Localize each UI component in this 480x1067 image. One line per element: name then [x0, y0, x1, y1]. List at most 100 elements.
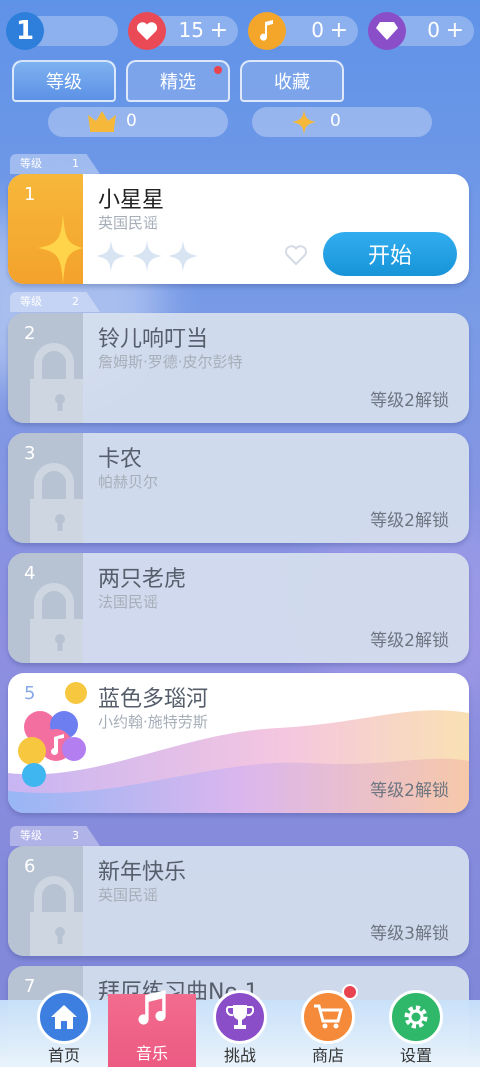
level-tag-number: 1: [72, 157, 79, 170]
song-artist: 英国民谣: [98, 886, 159, 904]
nav-challenge[interactable]: 挑战: [200, 990, 280, 1067]
notification-dot: [214, 66, 222, 74]
hearts-pill[interactable]: 15 +: [128, 12, 238, 50]
level-header: 等级 1: [10, 154, 120, 174]
song-title: 新年快乐: [98, 860, 187, 885]
sparkle-icon: [38, 214, 83, 284]
heart-icon: [128, 12, 166, 50]
unlock-requirement: 等级2解锁: [370, 391, 449, 411]
song-card-locked[interactable]: 6 新年快乐 英国民谣 等级3解锁: [8, 846, 469, 956]
add-hearts-button[interactable]: +: [210, 17, 228, 45]
tab-level[interactable]: 等级: [12, 60, 116, 102]
song-cover: [8, 313, 83, 423]
level-header: 等级 2: [10, 292, 120, 312]
category-tabs: 等级 精选 收藏: [12, 60, 352, 102]
lock-icon: [30, 876, 83, 956]
notes-count: 0: [311, 18, 324, 42]
nav-label: 商店: [311, 1046, 344, 1065]
music-note-icon: [248, 12, 286, 50]
song-artist: 帕赫贝尔: [98, 473, 159, 491]
favorite-heart-icon[interactable]: [283, 244, 309, 270]
star-empty-icon: [132, 240, 162, 272]
song-index: 1: [24, 184, 36, 205]
crown-stat: 0: [48, 107, 228, 137]
song-cover: [8, 846, 83, 956]
lock-icon: [30, 583, 83, 663]
trophy-icon: [213, 990, 267, 1044]
star-empty-icon: [96, 240, 126, 272]
crown-count: 0: [126, 111, 137, 131]
song-artist: 小约翰·施特劳斯: [98, 713, 208, 731]
song-title: 卡农: [98, 447, 143, 472]
nav-label: 音乐: [135, 1044, 168, 1063]
level-tag-label: 等级: [20, 829, 42, 842]
music-note-icon: [125, 980, 179, 1034]
nav-label: 首页: [47, 1046, 80, 1065]
unlock-requirement: 等级2解锁: [370, 511, 449, 531]
diamonds-pill[interactable]: 0 +: [368, 12, 474, 50]
gear-icon: [389, 990, 443, 1044]
unlock-requirement: 等级2解锁: [370, 631, 449, 651]
song-cover: [8, 174, 83, 284]
crown-icon: [88, 109, 116, 137]
song-artist: 英国民谣: [98, 214, 159, 232]
tab-featured[interactable]: 精选: [126, 60, 230, 102]
nav-label: 设置: [399, 1046, 432, 1065]
song-index: 2: [24, 323, 36, 344]
star-empty-icon: [168, 240, 198, 272]
lock-icon: [30, 463, 83, 543]
status-bar: 1 15 + 0 + 0 +: [0, 12, 480, 52]
nav-label: 挑战: [223, 1046, 256, 1065]
notes-pill[interactable]: 0 +: [248, 12, 358, 50]
level-number: 1: [15, 16, 35, 46]
star-icon: [292, 109, 316, 139]
nav-settings[interactable]: 设置: [376, 990, 456, 1067]
start-button-label: 开始: [367, 244, 412, 269]
song-cover: [8, 553, 83, 663]
song-card-featured[interactable]: 5 蓝色多瑙河 小约翰·施特劳斯 等级2解锁: [8, 673, 469, 813]
unlock-requirement: 等级3解锁: [370, 924, 449, 944]
tab-label: 等级: [46, 72, 82, 93]
nav-home[interactable]: 首页: [24, 990, 104, 1067]
song-index: 5: [24, 683, 36, 704]
lock-icon: [30, 343, 83, 423]
add-diamonds-button[interactable]: +: [446, 17, 464, 45]
star-count: 0: [330, 111, 341, 131]
level-header: 等级 3: [10, 826, 120, 846]
tab-label: 收藏: [274, 72, 310, 93]
star-rating: [96, 240, 198, 272]
song-title: 铃儿响叮当: [98, 327, 209, 352]
song-card[interactable]: 1 小星星 英国民谣 开始: [8, 174, 469, 284]
level-tag-number: 2: [72, 295, 79, 308]
home-icon: [37, 990, 91, 1044]
nav-store[interactable]: 商店: [288, 984, 368, 1067]
diamonds-count: 0: [427, 18, 440, 42]
level-tag-label: 等级: [20, 295, 42, 308]
tab-label: 精选: [160, 72, 196, 93]
player-level-pill[interactable]: 1: [6, 12, 118, 50]
song-artist: 詹姆斯·罗德·皮尔彭特: [98, 353, 243, 371]
notification-dot: [342, 984, 358, 1000]
song-index: 3: [24, 443, 36, 464]
song-title: 两只老虎: [98, 567, 187, 592]
nav-music[interactable]: 音乐: [108, 990, 196, 1067]
song-index: 6: [24, 856, 36, 877]
star-stat: 0: [252, 107, 432, 137]
song-artist: 法国民谣: [98, 593, 159, 611]
level-tag-label: 等级: [20, 157, 42, 170]
song-title: 小星星: [98, 188, 165, 213]
tab-favorites[interactable]: 收藏: [240, 60, 344, 102]
level-tag-number: 3: [72, 829, 79, 842]
level-badge: 1: [6, 12, 44, 50]
song-index: 7: [24, 976, 36, 997]
song-card-locked[interactable]: 4 两只老虎 法国民谣 等级2解锁: [8, 553, 469, 663]
song-index: 4: [24, 563, 36, 584]
song-card-locked[interactable]: 3 卡农 帕赫贝尔 等级2解锁: [8, 433, 469, 543]
diamond-icon: [368, 12, 406, 50]
hearts-count: 15: [178, 18, 204, 42]
start-button[interactable]: 开始: [323, 232, 457, 276]
song-card-locked[interactable]: 2 铃儿响叮当 詹姆斯·罗德·皮尔彭特 等级2解锁: [8, 313, 469, 423]
song-cover: [8, 433, 83, 543]
unlock-requirement: 等级2解锁: [370, 781, 449, 801]
add-notes-button[interactable]: +: [330, 17, 348, 45]
